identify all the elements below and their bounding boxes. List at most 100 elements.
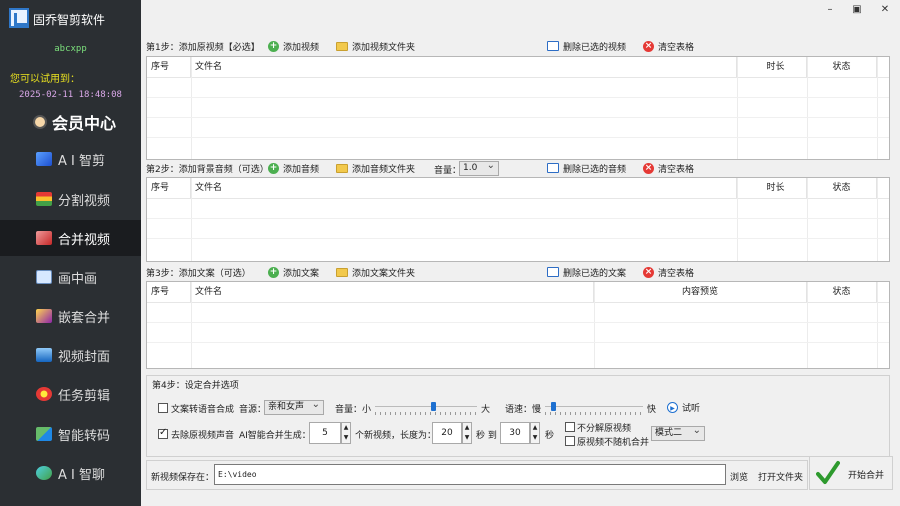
no-split-checkbox[interactable] <box>565 422 575 432</box>
delete-selected-text-button[interactable]: 删除已选的文案 <box>547 264 626 280</box>
speed-slider[interactable] <box>545 402 643 415</box>
step4-label: 第4步：设定合并选项 <box>152 381 239 391</box>
picture-in-picture-icon <box>36 270 52 284</box>
video-count-stepper[interactable]: ▲ ▼ <box>341 422 351 444</box>
vip-icon <box>33 115 47 129</box>
clear-table-button-1[interactable]: × 清空表格 <box>643 38 694 54</box>
slider-thumb[interactable] <box>551 402 556 411</box>
mute-original-label[interactable]: 去除原视频声音 <box>171 428 234 441</box>
column-header: 序号 <box>147 282 191 302</box>
tts-checkbox-label[interactable]: 文案转语音合成 <box>171 402 234 415</box>
nav-label: 合并视频 <box>58 232 111 248</box>
add-audio-button[interactable]: + 添加音频 <box>268 160 319 176</box>
speed-max-label: 快 <box>647 405 657 415</box>
task-edit-icon <box>36 387 52 401</box>
step2-label: 第2步：添加背景音频（可选） <box>146 164 269 175</box>
delete-selected-video-button[interactable]: 删除已选的视频 <box>547 38 626 54</box>
maximize-button[interactable]: ▣ <box>847 4 867 20</box>
nav-label: A I 智剪 <box>58 153 105 169</box>
minimize-button[interactable]: – <box>820 4 840 20</box>
merge-options-group: 第4步：设定合并选项 文案转语音合成 音源： 亲和女声 音量：小 大 语速：慢 … <box>146 375 890 457</box>
step3-label: 第3步：添加文案（可选） <box>146 268 251 279</box>
button-label: 添加视频 <box>283 42 320 53</box>
folder-icon <box>336 41 348 51</box>
nav-item-ai-clip[interactable]: A I 智剪 <box>0 141 141 177</box>
save-path-group: 新视频保存在： E:\video 浏览 打开文件夹 <box>146 460 808 490</box>
column-header: 序号 <box>147 57 191 77</box>
nav-item-ai-chat[interactable]: A I 智聊 <box>0 455 141 491</box>
tts-volume-label: 音量：小 <box>335 405 372 415</box>
audio-volume-select[interactable]: 1.0 <box>459 159 499 176</box>
text-table[interactable]: 序号 文件名 内容预览 状态 <box>146 281 890 369</box>
nav-item-picture-in-picture[interactable]: 画中画 <box>0 259 141 295</box>
nav-item-transcode[interactable]: 智能转码 <box>0 416 141 452</box>
app-logo-icon <box>9 8 29 28</box>
tts-volume-slider[interactable] <box>375 402 477 415</box>
no-random-checkbox[interactable] <box>565 436 575 446</box>
delete-selected-icon <box>547 163 559 173</box>
step1-label: 第1步：添加原视频【必选】 <box>146 42 260 53</box>
nav-item-task-edit[interactable]: 任务剪辑 <box>0 376 141 412</box>
main-panel: – ▣ ✕ 第1步：添加原视频【必选】 + 添加视频 添加视频文件夹 删除已选的视… <box>141 0 900 506</box>
tts-volume-max-label: 大 <box>481 405 491 415</box>
length-min-input[interactable]: 20 <box>432 422 462 444</box>
nested-merge-icon <box>36 309 52 323</box>
column-header: 内容预览 <box>594 282 807 302</box>
clear-icon: × <box>643 162 654 174</box>
open-folder-button[interactable]: 打开文件夹 <box>758 468 803 484</box>
delete-selected-audio-button[interactable]: 删除已选的音频 <box>547 160 626 176</box>
delete-selected-icon <box>547 41 559 51</box>
nav-item-split-video[interactable]: 分割视频 <box>0 181 141 217</box>
transcode-icon <box>36 427 52 441</box>
app-title: 固乔智剪软件 <box>33 13 106 27</box>
clear-icon: × <box>643 40 654 52</box>
split-video-icon <box>36 192 52 206</box>
add-icon: + <box>268 266 279 278</box>
slider-thumb[interactable] <box>431 402 436 411</box>
mute-original-checkbox[interactable] <box>158 427 168 439</box>
column-header: 状态 <box>807 178 877 198</box>
add-text-folder-button[interactable]: 添加文案文件夹 <box>336 264 415 280</box>
mode-select[interactable]: 模式二 <box>651 424 705 441</box>
audio-table[interactable]: 序号 文件名 时长 状态 <box>146 177 890 262</box>
browse-button[interactable]: 浏览 <box>730 468 748 484</box>
button-label: 删除已选的视频 <box>563 42 627 53</box>
video-count-input[interactable]: 5 <box>309 422 341 444</box>
add-video-folder-button[interactable]: 添加视频文件夹 <box>336 38 415 54</box>
length-min-stepper[interactable]: ▲ ▼ <box>462 422 472 444</box>
column-header: 序号 <box>147 178 191 198</box>
save-path-label: 新视频保存在： <box>151 473 215 483</box>
add-audio-folder-button[interactable]: 添加音频文件夹 <box>336 160 415 176</box>
add-text-button[interactable]: + 添加文案 <box>268 264 319 280</box>
delete-selected-icon <box>547 267 559 277</box>
length-max-stepper[interactable]: ▲ ▼ <box>530 422 540 444</box>
video-count-unit: 个新视频，长度为： <box>355 431 437 441</box>
close-button[interactable]: ✕ <box>875 4 895 20</box>
button-label: 删除已选的音频 <box>563 164 627 175</box>
nav-label: 智能转码 <box>58 428 111 444</box>
button-label: 添加视频文件夹 <box>352 42 416 53</box>
preview-button[interactable]: ▶ 试听 <box>667 399 700 415</box>
vip-center-button[interactable]: 会员中心 <box>0 106 141 138</box>
length-max-input[interactable]: 30 <box>500 422 530 444</box>
tts-checkbox[interactable] <box>158 403 168 413</box>
folder-icon <box>336 267 348 277</box>
nav-item-merge-video[interactable]: 合并视频 <box>0 220 141 256</box>
start-merge-button[interactable]: 开始合并 <box>809 456 893 490</box>
clear-table-button-3[interactable]: × 清空表格 <box>643 264 694 280</box>
ai-merge-label: AI智能合并生成： <box>239 431 311 441</box>
video-table[interactable]: 序号 文件名 时长 状态 <box>146 56 890 160</box>
button-label: 添加文案文件夹 <box>352 268 416 279</box>
voice-select[interactable]: 亲和女声 <box>264 398 324 415</box>
nav-item-video-cover[interactable]: 视频封面 <box>0 337 141 373</box>
no-split-label[interactable]: 不分解原视频 <box>577 421 631 434</box>
button-label: 清空表格 <box>658 42 695 53</box>
save-path-input[interactable]: E:\video <box>214 464 726 485</box>
column-header: 文件名 <box>191 178 737 198</box>
nav-item-nested-merge[interactable]: 嵌套合并 <box>0 298 141 334</box>
ai-chat-icon <box>36 466 52 480</box>
nav-label: 嵌套合并 <box>58 310 111 326</box>
no-random-label[interactable]: 原视频不随机合并 <box>577 435 649 448</box>
add-video-button[interactable]: + 添加视频 <box>268 38 319 54</box>
clear-table-button-2[interactable]: × 清空表格 <box>643 160 694 176</box>
